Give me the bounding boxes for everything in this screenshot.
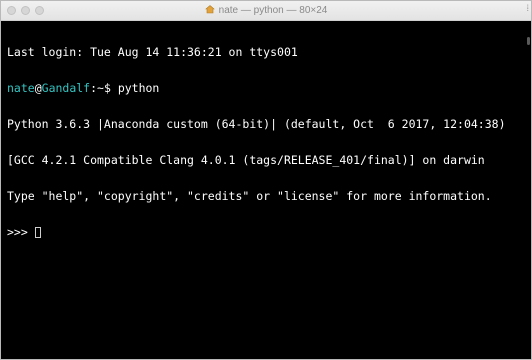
house-icon [204,5,215,14]
prompt-host: Gandalf [41,81,91,95]
terminal-window: nate — python — 80×24 ⁞ Last login: Tue … [0,0,532,360]
prompt-at: @ [34,81,42,95]
text-cursor [34,227,41,238]
title-bar[interactable]: nate — python — 80×24 ⁞ [1,1,531,21]
window-title-container: nate — python — 80×24 [1,4,531,16]
output-line: Python 3.6.3 |Anaconda custom (64-bit)| … [7,117,506,131]
output-line: [GCC 4.2.1 Compatible Clang 4.0.1 (tags/… [7,153,485,167]
repl-input-line[interactable]: >>> [7,226,517,238]
last-login-line: Last login: Tue Aug 14 11:36:21 on ttys0… [7,45,298,59]
shell-prompt-line: nate@Gandalf:~$ python [7,82,517,94]
repl-prompt: >>> [7,225,35,239]
terminal-output[interactable]: Last login: Tue Aug 14 11:36:21 on ttys0… [7,22,517,352]
window-title: nate — python — 80×24 [218,5,328,16]
prompt-user: nate [7,81,35,95]
resize-corner-icon[interactable]: ⁞ [526,3,529,14]
prompt-command: python [110,81,160,95]
scrollbar[interactable] [527,37,530,45]
output-line: Type "help", "copyright", "credits" or "… [7,189,492,203]
prompt-path: :~$ [90,81,111,95]
